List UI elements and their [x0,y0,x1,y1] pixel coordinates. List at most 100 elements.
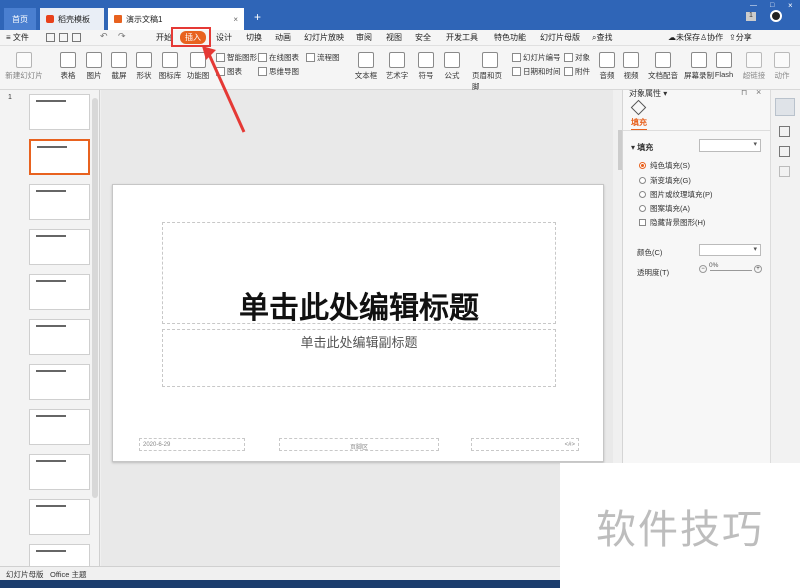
slide-thumbnail[interactable] [29,229,90,265]
slide-number-icon [512,53,521,62]
menu-animation[interactable]: 动画 [275,32,291,43]
paint-bucket-icon [630,99,647,116]
watermark-text: 软件技巧 [560,463,800,588]
maximize-icon[interactable]: □ [770,2,774,9]
color-dropdown[interactable]: ▾ [699,244,761,256]
action-icon [774,52,790,68]
formula-button[interactable]: 公式 [440,52,464,81]
slide-thumbnail[interactable] [29,184,90,220]
status-theme: Office 主题 [50,570,87,579]
close-window-icon[interactable]: × [788,1,793,10]
thumbnail-content [36,460,66,462]
hyperlink-button[interactable]: 超链接 [740,52,768,81]
picture-fill-option[interactable]: 图片或纹理填充(P) [639,189,713,200]
properties-toggle-icon[interactable] [775,98,795,116]
menu-review[interactable]: 审阅 [356,32,372,43]
print-icon[interactable] [72,33,81,42]
menu-slideshow[interactable]: 幻灯片放映 [304,32,344,43]
symbol-button[interactable]: 符号 [414,52,438,81]
date-placeholder[interactable]: 2020-6-29 [139,438,245,451]
unsaved-status[interactable]: ☁未保存 [668,32,700,43]
menu-view[interactable]: 视图 [386,32,402,43]
object-button[interactable]: 对象 [564,52,590,63]
slide-thumbnail[interactable] [29,454,90,490]
solid-fill-option[interactable]: 纯色填充(S) [639,160,690,171]
format-icon[interactable] [779,126,790,137]
screenshot-button[interactable]: 截屏 [107,52,131,81]
tab-fill[interactable]: 填充 [631,117,647,131]
close-tab-icon[interactable]: × [233,15,238,24]
textbox-button[interactable]: 文本框 [352,52,380,81]
wordart-button[interactable]: 艺术字 [381,52,413,81]
menu-special[interactable]: 特色功能 [494,32,526,43]
save-icon[interactable] [46,33,55,42]
wordart-icon [389,52,405,68]
voiceover-button[interactable]: 文档配音 [645,52,681,81]
screen-record-button[interactable]: 屏幕录制 [682,52,716,81]
transparency-increase[interactable]: + [754,265,762,273]
menu-file[interactable]: ≡ 文件 [6,32,29,43]
pattern-fill-option[interactable]: 图案填充(A) [639,203,690,214]
share-button[interactable]: ⇪分享 [729,32,752,43]
action-button[interactable]: 动作 [768,52,796,81]
icon-library-button[interactable]: 图标库 [157,52,183,81]
transparency-slider[interactable] [710,270,752,271]
hyperlink-icon [746,52,762,68]
avatar[interactable] [770,10,782,22]
menu-security[interactable]: 安全 [415,32,431,43]
table-button[interactable]: 表格 [55,52,81,81]
collab-button[interactable]: ♙协作 [700,32,723,43]
new-slide-button[interactable]: 新建幻灯片 [4,52,44,81]
menu-start[interactable]: 开始 [156,32,172,43]
new-tab-icon[interactable]: + [254,10,261,24]
folder-icon[interactable] [59,33,68,42]
thumbnail-scrollbar[interactable] [92,98,98,498]
flash-button[interactable]: Flash [712,52,736,79]
shape-icon [136,52,152,68]
online-chart-button[interactable]: 在线图表 [258,52,299,63]
copy-icon[interactable] [779,146,790,157]
thumbnail-content [37,146,67,148]
mindmap-button[interactable]: 思维导图 [258,66,299,77]
pin-icon[interactable]: ⊓ [741,88,747,97]
properties-scrollbar[interactable] [618,130,622,170]
footer-placeholder[interactable]: 页脚区 [279,438,439,451]
date-time-button[interactable]: 日期和时间 [512,66,561,77]
slide-thumbnail[interactable] [29,139,90,175]
presentation-icon [114,15,122,23]
attachment-button[interactable]: 附件 [564,66,590,77]
window-badge: 1 [746,12,756,21]
flowchart-button[interactable]: 流程图 [306,52,340,63]
fill-color-dropdown[interactable]: ▾ [699,139,761,152]
slide-number-button[interactable]: 幻灯片编号 [512,52,561,63]
menu-developer[interactable]: 开发工具 [446,32,478,43]
slide-thumbnail[interactable] [29,499,90,535]
slide-thumbnail[interactable] [29,274,90,310]
slide-thumbnail[interactable] [29,409,90,445]
slide[interactable]: 单击此处编辑标题 单击此处编辑副标题 2020-6-29 页脚区 <#> [112,184,604,462]
properties-header[interactable]: 对象属性 ▾ [629,88,667,99]
picture-button[interactable]: 图片 [82,52,106,81]
undo-icon[interactable]: ↶ [100,31,108,42]
slide-number-placeholder[interactable]: <#> [471,438,579,451]
fill-section-header[interactable]: ▾ 填充 [631,142,653,153]
header-footer-button[interactable]: 页眉和页脚 [472,52,508,92]
hide-background-checkbox[interactable]: 隐藏背景图形(H) [639,217,705,228]
video-button[interactable]: 视频 [620,52,642,81]
search-button[interactable]: ⌕查找 [592,32,612,43]
close-pane-icon[interactable]: × [756,87,761,97]
transparency-decrease[interactable]: − [699,265,707,273]
minimize-icon[interactable]: — [750,2,757,9]
slide-thumbnail[interactable] [29,319,90,355]
menu-slide-master[interactable]: 幻灯片母版 [540,32,580,43]
slide-thumbnail[interactable] [29,364,90,400]
tab-docer-templates[interactable]: 稻壳模板 [40,8,104,30]
audio-button[interactable]: 音频 [596,52,618,81]
redo-icon[interactable]: ↷ [118,31,126,42]
shape-settings-icon[interactable] [779,166,790,177]
shape-button[interactable]: 形状 [132,52,156,81]
gradient-fill-option[interactable]: 渐变填充(G) [639,175,691,186]
slide-thumbnail[interactable] [29,94,90,130]
tab-home[interactable]: 首页 [4,8,36,30]
docer-icon [46,15,54,23]
